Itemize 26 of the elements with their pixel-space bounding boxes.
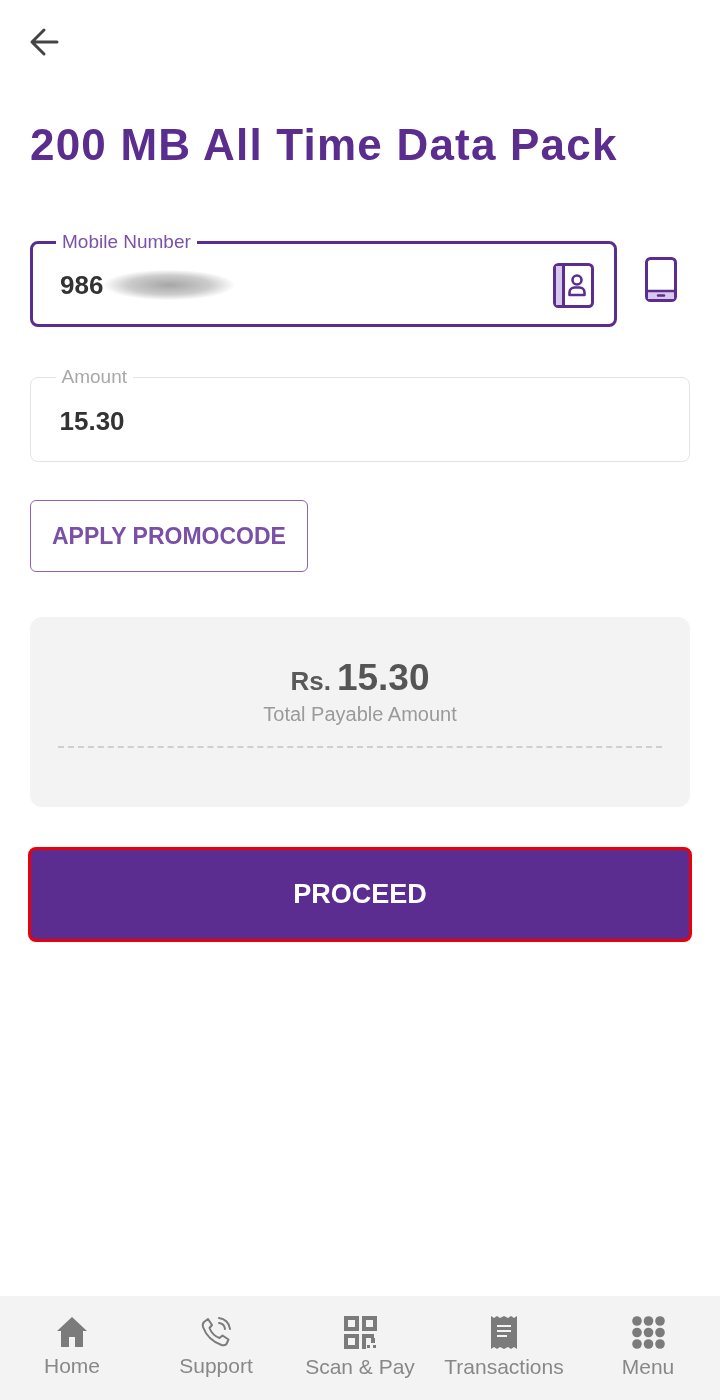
menu-nav-item[interactable]: Menu <box>576 1296 720 1400</box>
phone-call-icon <box>200 1316 232 1348</box>
page-title: 200 MB All Time Data Pack <box>30 120 618 170</box>
grid-menu-icon <box>631 1316 665 1349</box>
home-nav-item[interactable]: Home <box>0 1296 144 1400</box>
support-nav-item[interactable]: Support <box>144 1296 288 1400</box>
total-caption: Total Payable Amount <box>263 703 457 726</box>
back-icon <box>28 26 60 58</box>
total-amount: 15.30 <box>336 657 430 699</box>
amount-field[interactable]: Amount 15.30 <box>30 367 690 462</box>
field-value: 986 <box>60 269 104 301</box>
receipt-icon <box>491 1316 517 1349</box>
field-value: 15.30 <box>59 405 125 437</box>
apply-promocode-button[interactable]: APPLY PROMOCODE <box>30 500 308 572</box>
back-button[interactable] <box>28 26 60 58</box>
smartphone-icon[interactable] <box>645 257 677 302</box>
currency-label: Rs. <box>290 666 331 697</box>
home-icon <box>56 1316 88 1348</box>
mobile-number-field[interactable]: Mobile Number 986 <box>30 232 617 327</box>
proceed-button[interactable]: PROCEED <box>28 847 692 942</box>
scan-nav-item[interactable]: Scan & Pay <box>288 1296 432 1400</box>
transactions-nav-item[interactable]: Transactions <box>432 1296 576 1400</box>
qr-code-icon <box>343 1316 377 1349</box>
field-label: Mobile Number <box>61 232 192 252</box>
field-label: Amount <box>60 367 128 387</box>
contact-book-icon[interactable] <box>553 262 594 308</box>
